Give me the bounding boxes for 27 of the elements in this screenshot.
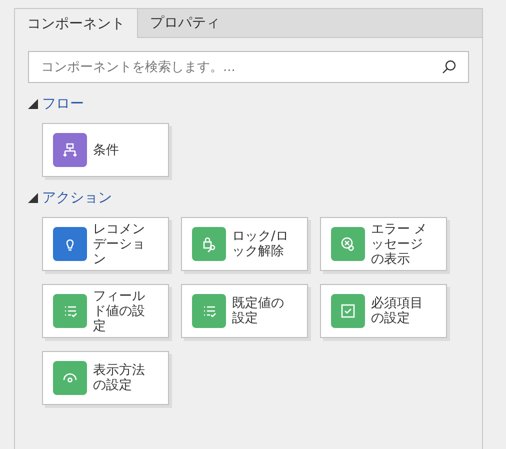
component-tile[interactable]: 条件 (42, 123, 169, 177)
panel-tab[interactable]: コンポーネント (15, 9, 138, 38)
component-tile[interactable]: 表示方法の設定 (42, 351, 169, 405)
tile-label: ロック/ロック解除 (232, 229, 290, 259)
tile-label: 必須項目の設定 (371, 296, 424, 326)
component-tile[interactable]: レコメンデーション (42, 217, 169, 271)
tile-label: 表示方法の設定 (93, 363, 146, 393)
tile-label: レコメンデーション (93, 222, 146, 266)
component-tile[interactable]: 既定値の設定 (181, 284, 308, 338)
component-tile[interactable]: エラー メッセージの表示 (320, 217, 447, 271)
collapse-triangle-icon (28, 193, 38, 203)
circle-x-icon (339, 235, 357, 253)
section-header[interactable]: アクション (28, 189, 112, 207)
component-tile[interactable]: 必須項目の設定 (320, 284, 447, 338)
panel-tab[interactable]: プロパティ (138, 9, 232, 37)
search-field[interactable]: コンポーネントを検索します。... (28, 51, 469, 83)
search-icon (441, 59, 457, 75)
tile-label: 既定値の設定 (232, 296, 285, 326)
component-tile[interactable]: ロック/ロック解除 (181, 217, 308, 271)
tile-label: エラー メッセージの表示 (371, 222, 428, 266)
tile-label: フィールド値の設定 (93, 288, 146, 334)
collapse-triangle-icon (28, 99, 38, 109)
section-header[interactable]: フロー (28, 95, 84, 113)
checkbox-icon (339, 302, 357, 320)
flowchart-icon (61, 141, 79, 159)
tile-label: 条件 (93, 142, 120, 158)
component-tile[interactable]: フィールド値の設定 (42, 284, 169, 338)
